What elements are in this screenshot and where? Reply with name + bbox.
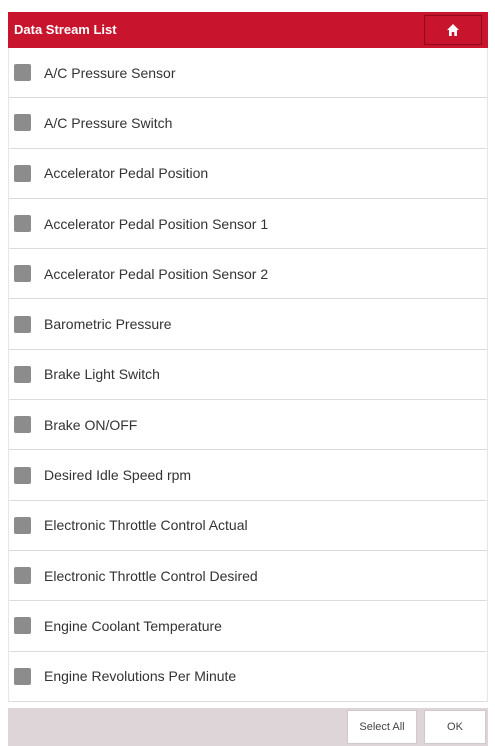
checkbox[interactable] [14, 667, 31, 685]
list-item[interactable]: Desired Idle Speed rpm [9, 450, 487, 501]
list-item[interactable]: A/C Pressure Sensor [9, 48, 487, 99]
list-item[interactable]: Accelerator Pedal Position Sensor 1 [9, 199, 487, 250]
checkbox[interactable] [14, 466, 31, 484]
home-button[interactable] [424, 15, 482, 45]
list-item-label: Brake Light Switch [44, 366, 160, 383]
list-item-label: Accelerator Pedal Position [44, 165, 209, 182]
list-item-label: Barometric Pressure [44, 316, 172, 333]
ok-button[interactable]: OK [424, 710, 486, 744]
checkbox[interactable] [14, 164, 31, 182]
select-all-button[interactable]: Select All [347, 710, 417, 744]
list-item[interactable]: Electronic Throttle Control Desired [9, 551, 487, 602]
list-item-label: Accelerator Pedal Position Sensor 2 [44, 265, 269, 282]
list-item-label: A/C Pressure Sensor [44, 64, 176, 81]
checkbox[interactable] [14, 64, 31, 82]
checkbox[interactable] [14, 265, 31, 283]
checkbox[interactable] [14, 114, 31, 132]
checkbox[interactable] [14, 215, 31, 233]
list-item[interactable]: A/C Pressure Switch [9, 98, 487, 149]
list-item[interactable]: Accelerator Pedal Position Sensor 2 [9, 249, 487, 300]
checkbox[interactable] [14, 516, 31, 534]
list-item-label: Engine Coolant Temperature [44, 617, 222, 634]
list-item-label: Electronic Throttle Control Desired [44, 567, 258, 584]
list-item-label: Accelerator Pedal Position Sensor 1 [44, 215, 269, 232]
list-item[interactable]: Brake ON/OFF [9, 400, 487, 451]
checkbox[interactable] [14, 416, 31, 434]
list-item[interactable]: Engine Coolant Temperature [9, 601, 487, 652]
list-item[interactable]: Engine Revolutions Per Minute [9, 652, 487, 702]
list-item-label: Brake ON/OFF [44, 416, 138, 433]
home-icon [447, 24, 459, 36]
list-item[interactable]: Electronic Throttle Control Actual [9, 501, 487, 551]
list-item-label: Engine Revolutions Per Minute [44, 668, 237, 685]
list-item-label: Electronic Throttle Control Actual [44, 517, 248, 534]
checkbox[interactable] [14, 365, 31, 383]
checkbox[interactable] [14, 315, 31, 333]
list-item-label: A/C Pressure Switch [44, 114, 173, 131]
footer-bar: Select All OK [8, 708, 488, 746]
title-bar: Data Stream List [8, 12, 488, 48]
list-item[interactable]: Brake Light Switch [9, 350, 487, 401]
checkbox[interactable] [14, 567, 31, 585]
data-stream-list[interactable]: A/C Pressure Sensor A/C Pressure Switch Ac… [8, 48, 488, 702]
checkbox[interactable] [14, 617, 31, 635]
app-window: Data Stream List A/C Pressure Sensor A/C … [0, 0, 495, 746]
page-title: Data Stream List [14, 22, 117, 37]
list-item-label: Desired Idle Speed rpm [44, 467, 192, 484]
list-item[interactable]: Barometric Pressure [9, 299, 487, 350]
list-item[interactable]: Accelerator Pedal Position [9, 149, 487, 199]
